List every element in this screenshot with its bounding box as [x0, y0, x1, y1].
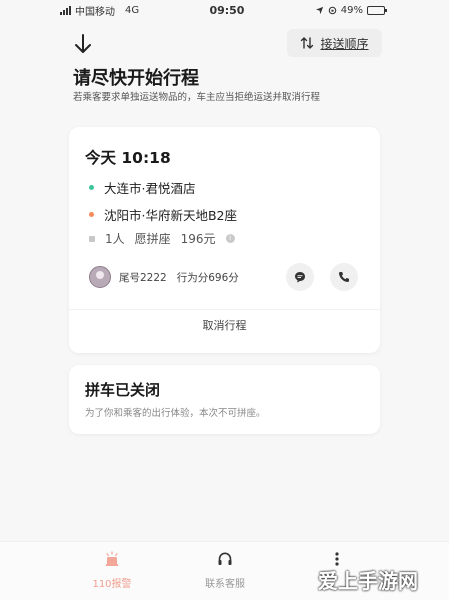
info-icon[interactable]: i — [225, 234, 235, 243]
seat-count: 1人 — [105, 232, 125, 246]
carpool-description: 为了你和乘客的出行体验，本次不可拼座。 — [85, 408, 266, 419]
pickup-dot-icon — [89, 185, 94, 190]
divider — [69, 309, 380, 310]
network-type: 4G — [125, 4, 140, 16]
phone-icon — [339, 272, 349, 282]
dropoff-row[interactable]: 沈阳市·华府新天地B2座 — [89, 205, 237, 224]
ride-type: 愿拼座 — [134, 232, 171, 246]
back-arrow-icon[interactable] — [72, 34, 94, 54]
passenger-icon — [89, 235, 95, 242]
passenger-info-row: 尾号2222 行为分696分 — [89, 261, 362, 293]
avatar — [89, 266, 111, 288]
trip-meta-row: 1人 愿拼座 196元 i — [89, 230, 235, 247]
message-button[interactable] — [286, 263, 314, 291]
pickup-order-button[interactable]: 接送顺序 — [287, 29, 382, 57]
status-right: 49% — [315, 4, 387, 16]
page-title: 请尽快开始行程 — [73, 68, 199, 89]
status-bar: 中国移动 4G 09:50 49% — [0, 0, 449, 20]
rotation-lock-icon — [328, 6, 337, 14]
passenger-name: 尾号2222 — [119, 271, 167, 284]
location-icon — [315, 6, 323, 14]
signal-icon — [60, 5, 71, 15]
pickup-location: 大连市·君悦酒店 — [104, 181, 196, 196]
battery-percent: 49% — [340, 4, 363, 16]
trip-time: 今天 10:18 — [85, 149, 171, 167]
chat-icon — [295, 272, 305, 283]
passenger-score: 行为分696分 — [176, 271, 239, 284]
trip-card: 今天 10:18 大连市·君悦酒店 沈阳市·华府新天地B2座 1人 愿拼座 19… — [69, 127, 380, 353]
clock: 09:50 — [209, 3, 245, 17]
call-button[interactable] — [330, 263, 358, 291]
headset-icon — [218, 552, 232, 565]
alarm-icon — [106, 551, 118, 566]
tab-emergency-label: 110报警 — [92, 579, 132, 590]
swap-vertical-icon — [301, 37, 314, 49]
pickup-order-label: 接送顺序 — [320, 36, 369, 51]
status-left: 中国移动 4G — [60, 3, 139, 18]
dropoff-dot-icon — [89, 212, 94, 217]
carpool-status-card: 拼车已关闭 为了你和乘客的出行体验，本次不可拼座。 — [69, 365, 380, 434]
watermark: 爱上手游网 — [318, 569, 418, 593]
pickup-row[interactable]: 大连市·君悦酒店 — [89, 178, 195, 197]
carrier-name: 中国移动 — [75, 6, 115, 18]
dropoff-location: 沈阳市·华府新天地B2座 — [104, 208, 238, 223]
tab-customer-service-label: 联系客服 — [205, 579, 245, 590]
cancel-trip-button[interactable]: 取消行程 — [69, 317, 380, 333]
carpool-title: 拼车已关闭 — [85, 381, 161, 399]
page-subtitle: 若乘客要求单独运送物品的，车主应当拒绝运送并取消行程 — [73, 92, 321, 103]
tab-emergency-110[interactable]: 110报警 — [77, 551, 147, 590]
battery-icon — [367, 5, 387, 15]
trip-price: 196元 — [180, 232, 216, 246]
tab-customer-service[interactable]: 联系客服 — [190, 551, 260, 590]
